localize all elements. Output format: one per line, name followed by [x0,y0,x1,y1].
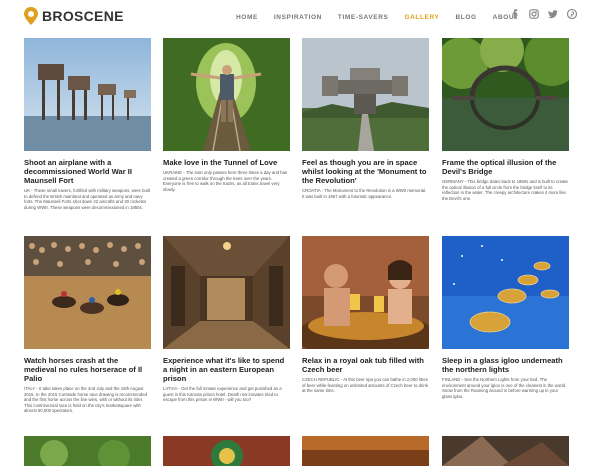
logo[interactable]: BROSCENE [24,6,124,26]
gallery-card-glass-igloo[interactable]: Sleep in a glass igloo underneath the no… [442,236,569,399]
card-description: ITALY - It take takes place on the 2nd J… [24,386,148,414]
brand-name: BROSCENE [42,8,124,24]
nav-inspiration[interactable]: INSPIRATION [274,14,322,21]
card-title[interactable]: Feel as though you are in space whilst l… [302,158,429,185]
gallery-card-partial[interactable] [442,436,569,466]
card-image-maunsell-fort[interactable] [24,38,151,151]
card-image-beer-spa[interactable] [302,236,429,349]
facebook-icon[interactable] [510,9,520,19]
card-description: LATVIA - Get the full inmate experience … [163,386,282,403]
card-title[interactable]: Make love in the Tunnel of Love [163,158,290,167]
card-title[interactable]: Sleep in a glass igloo underneath the no… [442,356,569,374]
card-title[interactable]: Watch horses crash at the medieval no ru… [24,356,151,383]
card-image-partial[interactable] [302,436,429,466]
card-title[interactable]: Relax in a royal oak tub filled with Cze… [302,356,429,374]
main-nav: HOME INSPIRATION TIME-SAVERS GALLERY BLO… [236,10,535,24]
card-image-tunnel-of-love[interactable] [163,38,290,151]
card-title[interactable]: Experience what it's like to spend a nig… [163,356,290,383]
card-image-partial[interactable] [163,436,290,466]
card-image-partial[interactable] [442,436,569,466]
nav-time-savers[interactable]: TIME-SAVERS [338,14,389,21]
card-image-monument-revolution[interactable] [302,38,429,151]
card-description: CZECH REPUBLIC - At this beer spa you ca… [302,377,428,394]
card-description: UKRAINE - The train only passes here thr… [163,170,288,192]
gallery-card-monument-revolution[interactable]: Feel as though you are in space whilst l… [302,38,429,199]
card-image-il-palio[interactable] [24,236,151,349]
card-title[interactable]: Shoot an airplane with a decommissioned … [24,158,151,185]
nav-home[interactable]: HOME [236,14,258,21]
gallery-card-tunnel-of-love[interactable]: Make love in the Tunnel of Love UKRAINE … [163,38,290,192]
gallery-card-beer-spa[interactable]: Relax in a royal oak tub filled with Cze… [302,236,429,394]
gallery-card-partial[interactable] [163,436,290,466]
card-image-devils-bridge[interactable] [442,38,569,151]
gallery-card-il-palio[interactable]: Watch horses crash at the medieval no ru… [24,236,151,414]
nav-blog[interactable]: BLOG [455,14,476,21]
gallery-card-maunsell-fort[interactable]: Shoot an airplane with a decommissioned … [24,38,151,210]
card-image-glass-igloo[interactable] [442,236,569,349]
card-description: FINLAND - See the Northern Lights from y… [442,377,567,399]
card-title[interactable]: Frame the optical illusion of the Devil'… [442,158,569,176]
card-description: CROATIA - The Monument to the Revolution… [302,188,427,199]
pinterest-icon[interactable] [567,9,577,19]
gallery-card-partial[interactable] [302,436,429,466]
social-links [510,9,586,19]
site-header: BROSCENE HOME INSPIRATION TIME-SAVERS GA… [0,0,600,34]
card-description: GERMANY - This bridge dates back to 1860… [442,179,568,201]
twitter-icon[interactable] [548,9,558,19]
location-pin-icon [24,7,38,25]
card-image-partial[interactable] [24,436,151,466]
card-image-prison[interactable] [163,236,290,349]
gallery-card-partial[interactable] [24,436,151,466]
card-description: UK - These small towers, fortified with … [24,188,151,210]
gallery-card-prison[interactable]: Experience what it's like to spend a nig… [163,236,290,403]
gallery-card-devils-bridge[interactable]: Frame the optical illusion of the Devil'… [442,38,569,201]
nav-gallery[interactable]: GALLERY [404,14,439,21]
instagram-icon[interactable] [529,9,539,19]
